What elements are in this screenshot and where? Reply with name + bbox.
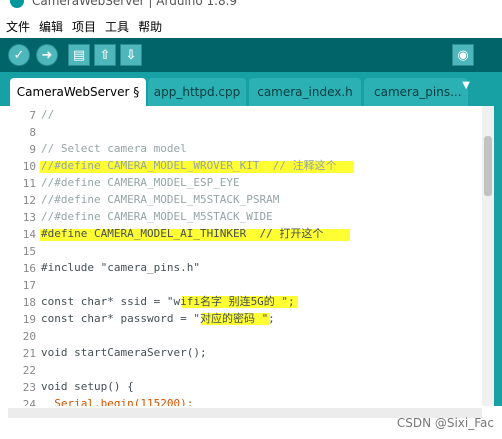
arrow-up-icon: ⇧ bbox=[99, 47, 111, 63]
code-line: // bbox=[41, 108, 55, 121]
line-number: 10 bbox=[22, 160, 36, 173]
tab-menu-icon[interactable]: ▼ bbox=[462, 80, 470, 91]
code-line: Serial.begin(115200); bbox=[41, 397, 194, 406]
tab-camera-pins[interactable]: camera_pins... bbox=[364, 78, 468, 106]
code-line: #include "camera_pins.h" bbox=[41, 261, 200, 274]
code-line: //#define CAMERA_MODEL_M5STACK_WIDE bbox=[41, 210, 273, 223]
line-number: 16 bbox=[22, 262, 36, 275]
line-number: 7 bbox=[29, 109, 36, 122]
line-number: 12 bbox=[22, 194, 36, 207]
code-line: //#define CAMERA_MODEL_ESP_EYE bbox=[41, 176, 240, 189]
code-line: // Select camera model bbox=[41, 142, 187, 155]
verify-button[interactable]: ✓ bbox=[8, 44, 30, 66]
menu-tools[interactable]: 工具 bbox=[105, 18, 129, 35]
line-number: 19 bbox=[22, 313, 36, 326]
new-file-icon: ▤ bbox=[72, 47, 86, 63]
menu-sketch[interactable]: 项目 bbox=[72, 18, 96, 35]
title-bar: CameraWebServer | Arduino 1.8.9 bbox=[0, 0, 502, 14]
code-line: //#define CAMERA_MODEL_M5STACK_PSRAM bbox=[41, 193, 280, 206]
upload-button[interactable]: ➜ bbox=[36, 44, 58, 66]
watermark: CSDN @Sixi_Fac bbox=[396, 416, 494, 430]
line-number: 8 bbox=[29, 126, 36, 139]
line-number: 15 bbox=[22, 245, 36, 258]
toolbar: ✓ ➜ ▤ ⇧ ⇩ ◉ bbox=[0, 38, 502, 72]
code-editor[interactable]: 7 8 9 10 11 12 13 14 15 16 17 18 19 20 2… bbox=[8, 106, 482, 406]
bottom-area: CSDN @Sixi_Fac bbox=[0, 406, 502, 439]
window-title: CameraWebServer | Arduino 1.8.9 bbox=[32, 0, 238, 8]
open-button[interactable]: ⇧ bbox=[94, 44, 116, 66]
line-number: 23 bbox=[22, 381, 36, 394]
line-number: 18 bbox=[22, 296, 36, 309]
arduino-icon bbox=[10, 0, 24, 8]
line-number: 20 bbox=[22, 330, 36, 343]
tab-camera-index[interactable]: camera_index.h bbox=[249, 78, 361, 106]
magnifier-icon: ◉ bbox=[457, 47, 469, 63]
arrow-right-icon: ➜ bbox=[41, 47, 53, 63]
line-number: 21 bbox=[22, 347, 36, 360]
tab-bar: CameraWebServer § app_httpd.cpp camera_i… bbox=[0, 72, 502, 106]
new-button[interactable]: ▤ bbox=[68, 44, 90, 66]
code-line: void setup() { bbox=[41, 380, 134, 393]
serial-monitor-button[interactable]: ◉ bbox=[452, 44, 474, 66]
line-number: 13 bbox=[22, 211, 36, 224]
save-button[interactable]: ⇩ bbox=[120, 44, 142, 66]
tab-camerawebserver[interactable]: CameraWebServer § bbox=[10, 78, 146, 106]
line-number: 9 bbox=[29, 143, 36, 156]
line-number: 22 bbox=[22, 364, 36, 377]
menu-edit[interactable]: 编辑 bbox=[39, 18, 63, 35]
check-icon: ✓ bbox=[13, 47, 25, 63]
line-number-gutter: 7 8 9 10 11 12 13 14 15 16 17 18 19 20 2… bbox=[8, 106, 38, 406]
code-line: //#define CAMERA_MODEL_WROVER_KIT // 注释这… bbox=[41, 159, 337, 172]
code-line: void startCameraServer(); bbox=[41, 346, 207, 359]
vertical-scrollbar[interactable] bbox=[482, 106, 494, 406]
tab-app-httpd[interactable]: app_httpd.cpp bbox=[148, 78, 246, 106]
code-line: #define CAMERA_MODEL_AI_THINKER // 打开这个 bbox=[41, 227, 324, 240]
line-number: 14 bbox=[22, 228, 36, 241]
menu-bar: 文件 编辑 项目 工具 帮助 bbox=[0, 14, 502, 38]
menu-help[interactable]: 帮助 bbox=[138, 18, 162, 35]
arrow-down-icon: ⇩ bbox=[125, 47, 137, 63]
code-line: const char* ssid = "wifi名字 别连5G的 "; bbox=[41, 295, 295, 308]
line-number: 11 bbox=[22, 177, 36, 190]
scrollbar-thumb[interactable] bbox=[484, 136, 492, 196]
line-number: 24 bbox=[22, 398, 36, 406]
window-border bbox=[494, 72, 502, 439]
code-line: const char* password = "对应的密码 "; bbox=[41, 312, 275, 325]
menu-file[interactable]: 文件 bbox=[6, 18, 30, 35]
line-number: 17 bbox=[22, 279, 36, 292]
